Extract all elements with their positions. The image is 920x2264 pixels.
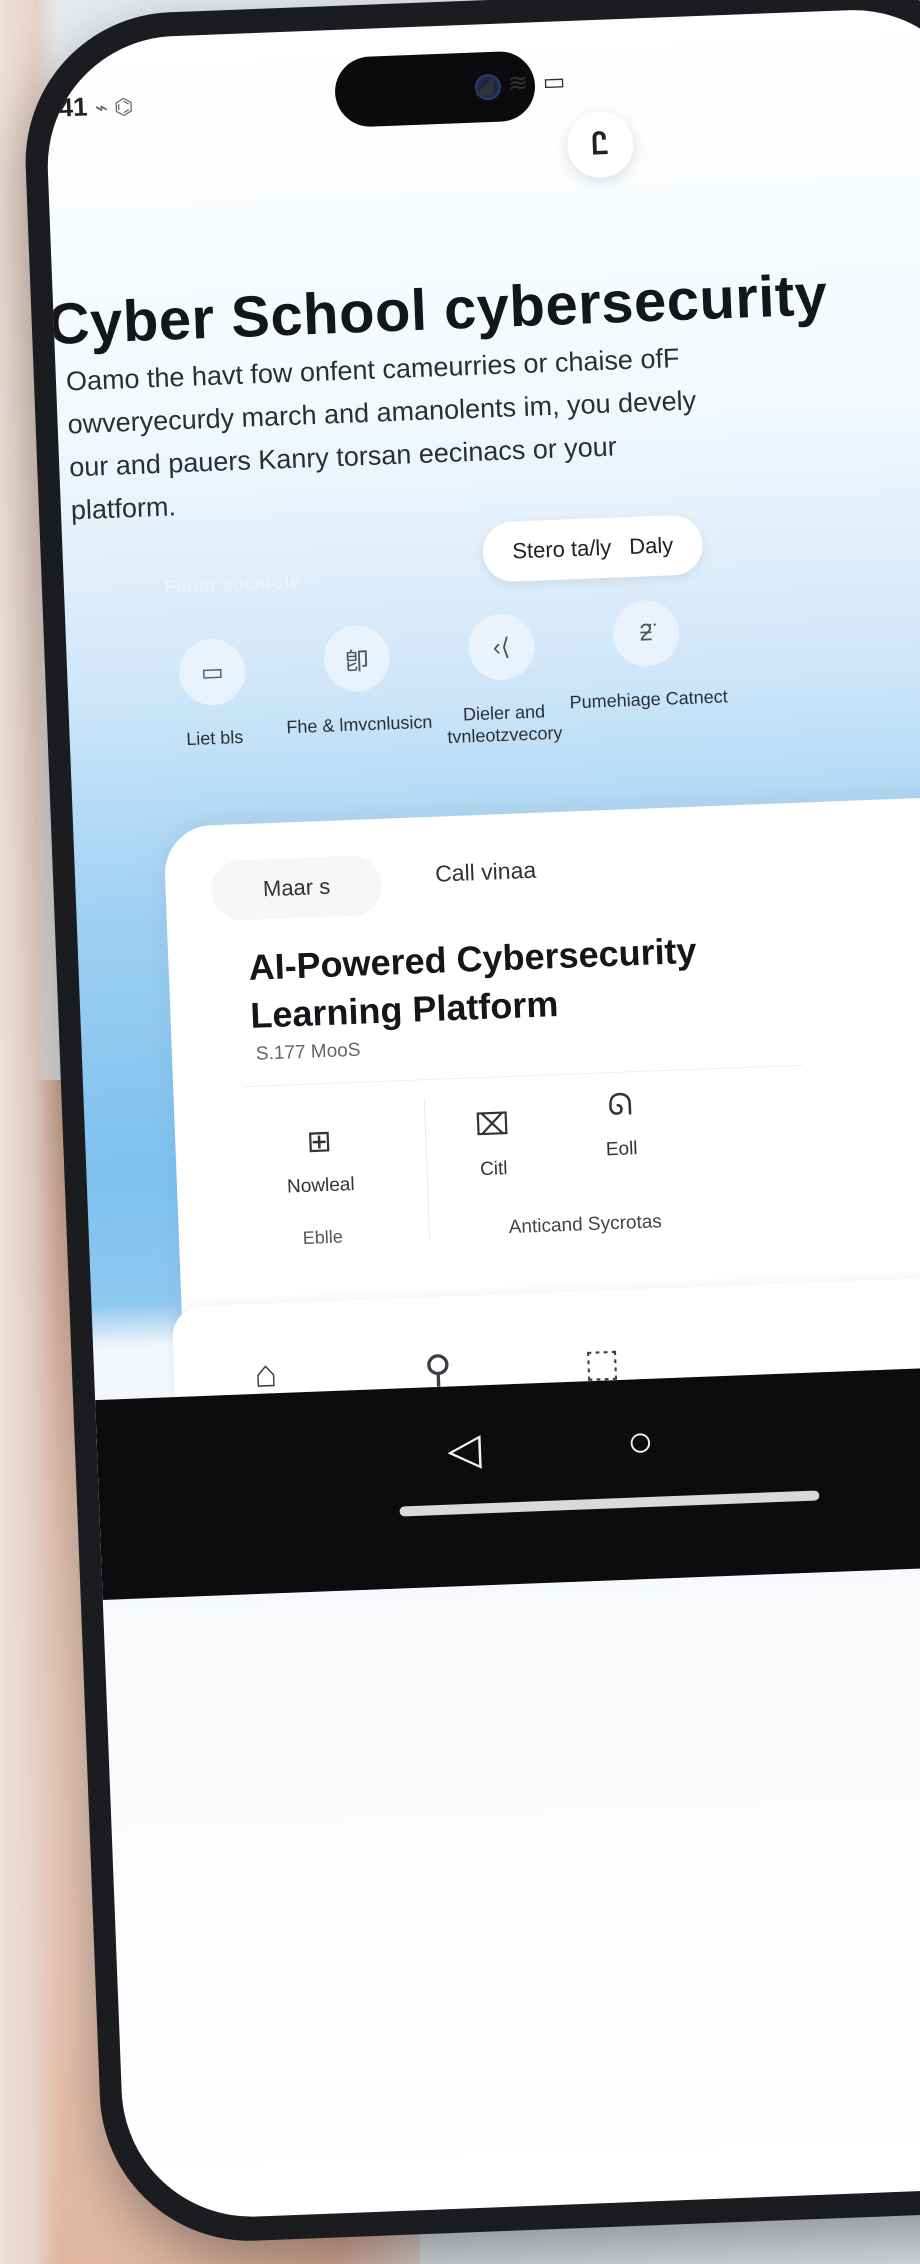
- document-icon: ⌧: [474, 1108, 511, 1143]
- category-icon: ▭: [178, 637, 247, 707]
- feature-label: Eoll: [605, 1138, 638, 1161]
- section-label: Fanm sccmole: [163, 571, 302, 597]
- calendar-icon: ⊞: [305, 1124, 333, 1159]
- course-card[interactable]: Maar s Call vinaa AI-Powered Cybersecuri…: [163, 792, 920, 1347]
- feature-label: Citl: [479, 1158, 508, 1181]
- link-icon: ᘏ: [606, 1088, 634, 1123]
- home-icon[interactable]: ⌂: [253, 1353, 278, 1397]
- tab-other[interactable]: Call vinaa: [435, 857, 537, 888]
- view-toggle[interactable]: Stero ta/ly Daly: [481, 514, 704, 583]
- page-title: Cyber School cybersecurity: [46, 262, 829, 358]
- profile-icon[interactable]: Ꮭ: [566, 110, 635, 180]
- category-item[interactable]: ƻ̈ Pumehiage Catnect: [560, 597, 734, 713]
- feature-grid: ⊞ Nowleal Eblle ⌧ Citl ᘏ Eoll Anticand S…: [243, 1064, 811, 1278]
- category-icon: ƻ̈: [611, 599, 681, 668]
- course-title: AI-Powered Cybersecurity Learning Platfo…: [247, 929, 698, 1036]
- feature-item[interactable]: ᘏ Eoll: [604, 1088, 638, 1161]
- feature-item[interactable]: ⌧ Citl: [474, 1107, 511, 1181]
- feature-caption: Anticand Sycrotas: [508, 1211, 663, 1239]
- phone-frame: 5:41 ⌁ ⌬ ◢ ≋ ▭ Ꮭ Cyber School cybersecur…: [20, 0, 920, 2247]
- category-icon: ‹⟨: [467, 612, 536, 682]
- feature-sub: Eblle: [302, 1226, 344, 1249]
- status-time: 5:41 ⌁ ⌬: [43, 90, 134, 125]
- system-nav-bar: ◁ ○: [95, 1364, 920, 1600]
- phone-screen: 5:41 ⌁ ⌬ ◢ ≋ ▭ Ꮭ Cyber School cybersecur…: [42, 5, 920, 2222]
- hero-description: Oamo the havt fow onfent cameurries or c…: [65, 342, 697, 526]
- status-time-value: 5:41: [42, 91, 89, 124]
- category-label: Pumehiage Catnect: [569, 686, 728, 713]
- course-meta: S.177 MooS: [255, 1039, 361, 1065]
- toggle-option-b[interactable]: Daly: [629, 532, 674, 560]
- home-indicator[interactable]: [399, 1490, 820, 1517]
- feature-label: Nowleal: [286, 1174, 356, 1198]
- toggle-option-a[interactable]: Stero ta/ly: [512, 535, 612, 565]
- status-icons: ◢ ≋ ▭: [474, 67, 570, 99]
- home-button-icon[interactable]: ○: [626, 1417, 654, 1468]
- tab-active[interactable]: Maar s: [210, 854, 383, 922]
- category-icon: 卽: [322, 624, 392, 693]
- divider: [423, 1100, 431, 1241]
- status-extra-icons: ⌁ ⌬: [94, 93, 134, 121]
- back-icon[interactable]: ◁: [446, 1423, 482, 1475]
- feature-item[interactable]: ⊞ Nowleal Eblle: [285, 1123, 357, 1250]
